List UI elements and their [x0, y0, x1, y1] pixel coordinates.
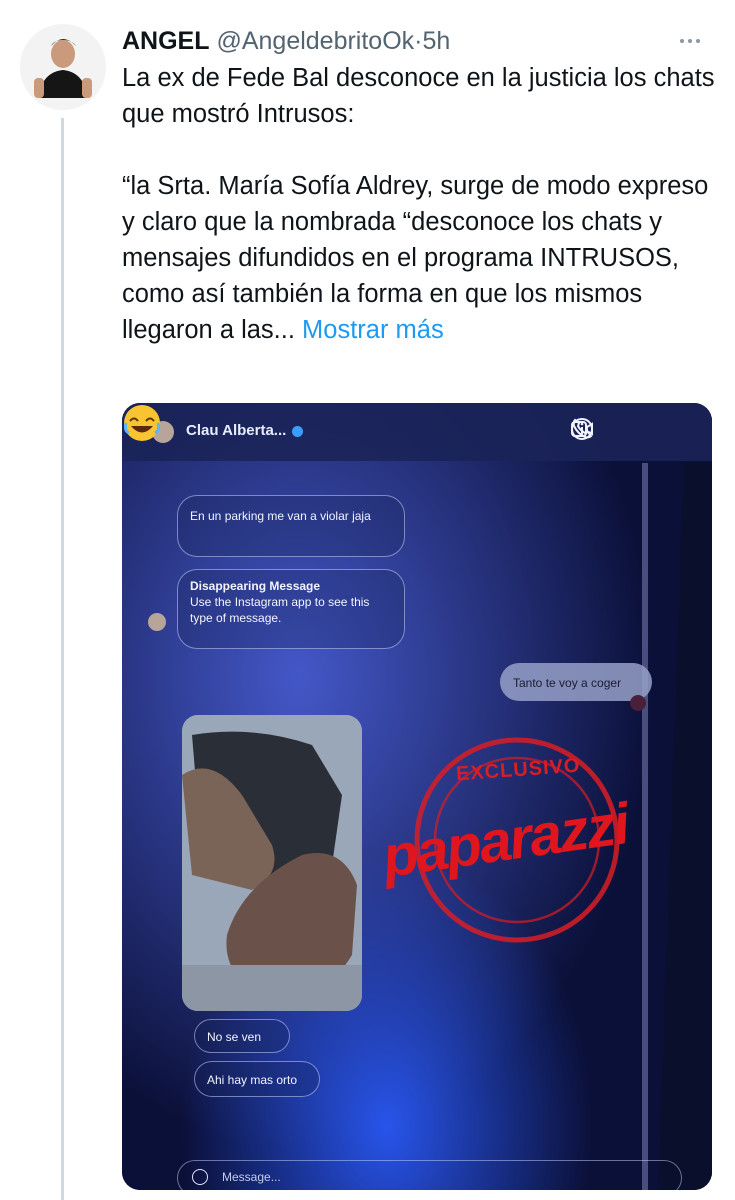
tweet-header: ANGEL @AngeldebritoOk·5h [122, 24, 450, 58]
paparazzi-stamp: EXCLUSIVO paparazzi [372, 725, 662, 965]
more-horizontal-icon[interactable] [680, 30, 710, 44]
disappearing-title: Disappearing Message [190, 579, 321, 593]
message-no-se-ven[interactable]: No se ven [194, 1019, 290, 1053]
show-more-link[interactable]: Mostrar más [302, 316, 444, 344]
thread-line [61, 118, 64, 1200]
author-name[interactable]: ANGEL [122, 27, 210, 55]
separator: · [414, 27, 423, 55]
emoji-picker-icon[interactable] [192, 1169, 208, 1185]
chat-photo[interactable] [182, 715, 362, 1011]
tweet-text-line1: La ex de Fede Bal desconoce en la justic… [122, 64, 715, 128]
contact-name[interactable]: Clau Alberta... [186, 422, 304, 439]
message-parking[interactable]: En un parking me van a violar jaja [177, 495, 405, 557]
disappearing-body: Use the Instagram app to see this type o… [190, 595, 370, 625]
verified-icon [292, 425, 304, 437]
message-composer[interactable]: Message... [177, 1160, 682, 1190]
info-icon[interactable] [570, 417, 594, 441]
author-avatar[interactable] [20, 24, 106, 110]
composer-placeholder: Message... [222, 1170, 281, 1184]
heart-reaction-icon [630, 695, 646, 711]
tweet-text-quote: “la Srta. María Sofía Aldrey, surge de m… [122, 168, 722, 348]
chat-header: Clau Alberta... [122, 403, 712, 461]
message-disappearing[interactable]: Disappearing Message Use the Instagram a… [177, 569, 405, 649]
author-handle[interactable]: @AngeldebritoOk [216, 27, 414, 55]
laughing-emoji-icon [123, 405, 161, 441]
message-sent[interactable]: Tanto te voy a coger [500, 663, 652, 701]
tweet-media[interactable]: Clau Alberta... En un parking me van a v… [122, 403, 712, 1190]
sender-avatar [148, 613, 166, 631]
message-ahi-hay[interactable]: Ahi hay mas orto [194, 1061, 320, 1097]
tweet-text: La ex de Fede Bal desconoce en la justic… [122, 60, 722, 348]
tweet-time[interactable]: 5h [423, 27, 451, 55]
avatar-image [20, 24, 106, 110]
photo-image [182, 715, 362, 1011]
